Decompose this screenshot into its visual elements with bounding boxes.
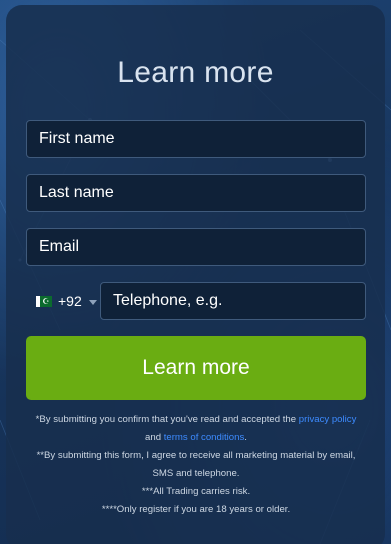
terms-of-conditions-link[interactable]: terms of conditions <box>164 432 245 443</box>
disclaimer-line-1: *By submitting you confirm that you've r… <box>35 414 357 425</box>
country-code-select[interactable]: ☪ +92 <box>26 282 100 320</box>
form-title: Learn more <box>117 56 274 89</box>
disclaimer-line-3: **By submitting this form, I agree to re… <box>36 450 356 479</box>
disclaimer-text: *By submitting you confirm that you've r… <box>26 411 366 519</box>
learn-more-button[interactable]: Learn more <box>26 336 366 400</box>
chevron-down-icon <box>88 299 97 305</box>
dial-code: +92 <box>58 293 82 309</box>
last-name-input[interactable]: Last name <box>26 174 366 212</box>
disclaimer-line-4: ***All Trading carries risk. <box>141 486 251 497</box>
disclaimer-line-2: and terms of conditions. <box>145 432 247 443</box>
privacy-policy-link[interactable]: privacy policy <box>299 414 357 425</box>
first-name-input[interactable]: First name <box>26 120 366 158</box>
telephone-input[interactable]: Telephone, e.g. <box>100 282 366 320</box>
disclaimer-line-5: ****Only register if you are 18 years or… <box>101 504 291 515</box>
pakistan-flag-icon: ☪ <box>36 295 52 307</box>
email-input[interactable]: Email <box>26 228 366 266</box>
